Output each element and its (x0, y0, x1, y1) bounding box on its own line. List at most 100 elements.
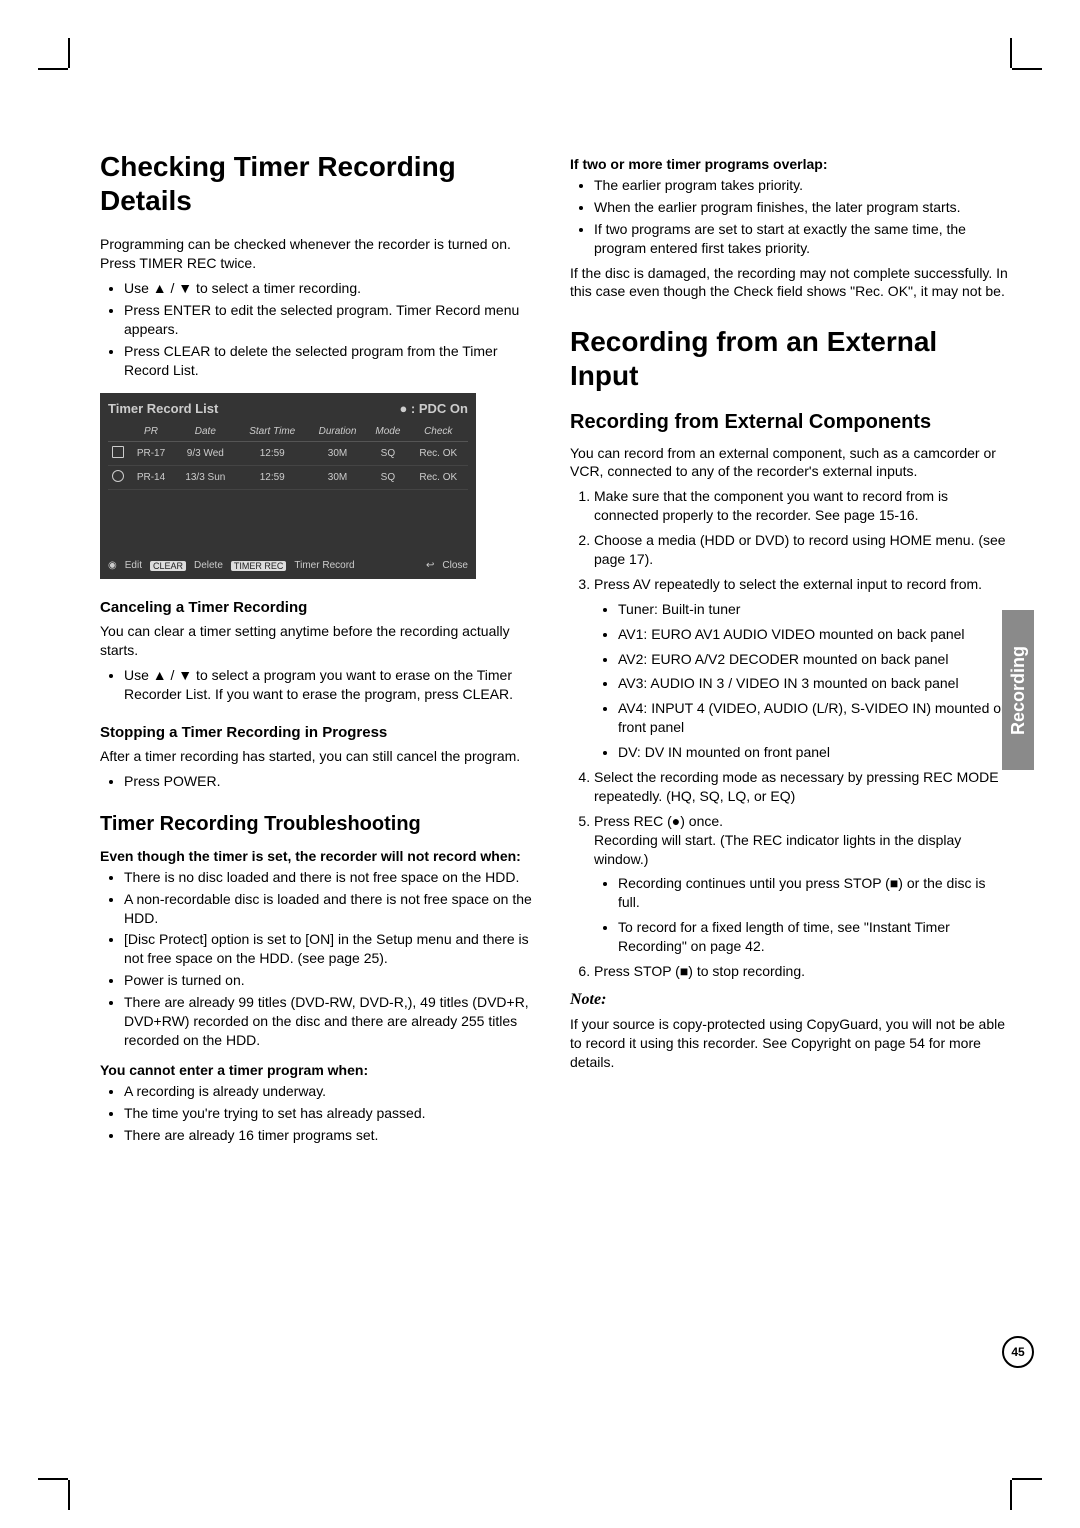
table-row: PR-17 9/3 Wed 12:59 30M SQ Rec. OK (108, 442, 468, 466)
trl-cell: Rec. OK (409, 466, 468, 490)
heading-external-input: Recording from an External Input (570, 325, 1010, 392)
overlap-item: The earlier program takes priority. (594, 176, 1010, 195)
trl-edit: Edit (125, 560, 142, 571)
ts1-item: There is no disc loaded and there is not… (124, 868, 540, 887)
right-column: If two or more timer programs overlap: T… (570, 150, 1010, 1148)
ts1-item: A non-recordable disc is loaded and ther… (124, 890, 540, 928)
section-tab-label: Recording (1008, 645, 1029, 734)
trl-cell: Rec. OK (409, 442, 468, 466)
crop-mark (38, 68, 68, 70)
ts2-item: A recording is already underway. (124, 1082, 540, 1101)
trl-cell: 30M (308, 442, 367, 466)
trl-pdc: ● : PDC On (399, 401, 468, 416)
trl-cell: PR-14 (128, 466, 174, 490)
external-steps: Make sure that the component you want to… (570, 487, 1010, 981)
crop-mark (38, 1478, 68, 1480)
trl-table: PR Date Start Time Duration Mode Check P… (108, 422, 468, 490)
overlap-list: The earlier program takes priority. When… (570, 176, 1010, 258)
stop-list: Press POWER. (100, 772, 540, 791)
intro-item: Press ENTER to edit the selected program… (124, 301, 540, 339)
step5-text: Press REC (●) once. Recording will start… (594, 813, 961, 867)
page-number-value: 45 (1011, 1345, 1024, 1359)
crop-mark (68, 1480, 70, 1510)
heading-troubleshooting: Timer Recording Troubleshooting (100, 813, 540, 836)
cancel-text: You can clear a timer setting anytime be… (100, 622, 540, 660)
step-item: Press STOP (■) to stop recording. (594, 962, 1010, 981)
overlap-item: If two programs are set to start at exac… (594, 220, 1010, 258)
section-tab-recording: Recording (1002, 610, 1034, 770)
note-heading: Note: (570, 991, 1010, 1009)
crop-mark (1012, 68, 1042, 70)
crop-mark (68, 38, 70, 68)
step3-item: Tuner: Built-in tuner (618, 600, 1010, 619)
overlap-item: When the earlier program finishes, the l… (594, 198, 1010, 217)
step3-item: AV4: INPUT 4 (VIDEO, AUDIO (L/R), S-VIDE… (618, 699, 1010, 737)
ts1-item: Power is turned on. (124, 971, 540, 990)
timer-rec-pill: TIMER REC (231, 561, 287, 571)
overlap-heading: If two or more timer programs overlap: (570, 156, 1010, 172)
trl-trlabel: Timer Record (294, 560, 354, 571)
stop-item: Press POWER. (124, 772, 540, 791)
ts2-heading: You cannot enter a timer program when: (100, 1062, 540, 1078)
ts1-item: [Disc Protect] option is set to [ON] in … (124, 930, 540, 968)
note-text: If your source is copy-protected using C… (570, 1015, 1010, 1072)
trl-head: Check (409, 422, 468, 442)
trl-head-row: PR Date Start Time Duration Mode Check (108, 422, 468, 442)
table-row: PR-14 13/3 Sun 12:59 30M SQ Rec. OK (108, 466, 468, 490)
trl-cell: 12:59 (237, 442, 308, 466)
crop-mark (1010, 38, 1012, 68)
trl-cell: 30M (308, 466, 367, 490)
trl-head: Date (174, 422, 237, 442)
trl-head: PR (128, 422, 174, 442)
trl-cell: SQ (367, 466, 408, 490)
step3-item: AV2: EURO A/V2 DECODER mounted on back p… (618, 650, 1010, 669)
crop-mark (1010, 1480, 1012, 1510)
trl-head: Start Time (237, 422, 308, 442)
ts1-list: There is no disc loaded and there is not… (100, 868, 540, 1050)
step5-list: Recording continues until you press STOP… (594, 874, 1010, 956)
step-item: Select the recording mode as necessary b… (594, 768, 1010, 806)
step3-item: AV1: EURO AV1 AUDIO VIDEO mounted on bac… (618, 625, 1010, 644)
ts1-item: There are already 99 titles (DVD-RW, DVD… (124, 993, 540, 1050)
timer-record-list-panel: Timer Record List ● : PDC On PR Date Sta… (100, 393, 476, 579)
heading-checking-timer: Checking Timer Recording Details (100, 150, 540, 217)
ts2-item: There are already 16 timer programs set. (124, 1126, 540, 1145)
trl-head: Mode (367, 422, 408, 442)
trl-head: Duration (308, 422, 367, 442)
step-item: Press AV repeatedly to select the extern… (594, 575, 1010, 762)
heading-canceling: Canceling a Timer Recording (100, 599, 540, 616)
step-item: Press REC (●) once. Recording will start… (594, 812, 1010, 956)
heading-external-components: Recording from External Components (570, 411, 1010, 434)
step5-item: To record for a fixed length of time, se… (618, 918, 1010, 956)
trl-footer: ◉ Edit CLEAR Delete TIMER REC Timer Reco… (108, 560, 468, 571)
intro-text: Programming can be checked whenever the … (100, 235, 540, 273)
page-content: Checking Timer Recording Details Program… (0, 0, 1080, 1208)
ok-icon: ◉ (108, 560, 117, 571)
ts2-list: A recording is already underway. The tim… (100, 1082, 540, 1145)
step3-item: DV: DV IN mounted on front panel (618, 743, 1010, 762)
hdd-icon (108, 466, 128, 490)
ts1-heading: Even though the timer is set, the record… (100, 848, 540, 864)
stop-text: After a timer recording has started, you… (100, 747, 540, 766)
trl-delete: Delete (194, 560, 223, 571)
trl-cell: PR-17 (128, 442, 174, 466)
trl-cell: 9/3 Wed (174, 442, 237, 466)
step-item: Choose a media (HDD or DVD) to record us… (594, 531, 1010, 569)
step3-list: Tuner: Built-in tuner AV1: EURO AV1 AUDI… (594, 600, 1010, 762)
ts2-item: The time you're trying to set has alread… (124, 1104, 540, 1123)
page-number: 45 (1002, 1336, 1034, 1368)
overlap-text: If the disc is damaged, the recording ma… (570, 264, 1010, 302)
return-icon: ↩ (426, 560, 434, 571)
disc-icon (108, 442, 128, 466)
crop-mark (1012, 1478, 1042, 1480)
step3-item: AV3: AUDIO IN 3 / VIDEO IN 3 mounted on … (618, 674, 1010, 693)
intro-list: Use ▲ / ▼ to select a timer recording. P… (100, 279, 540, 379)
trl-head-icon (108, 422, 128, 442)
trl-cell: SQ (367, 442, 408, 466)
external-intro: You can record from an external componen… (570, 444, 1010, 482)
step5-item: Recording continues until you press STOP… (618, 874, 1010, 912)
intro-item: Press CLEAR to delete the selected progr… (124, 342, 540, 380)
cancel-list: Use ▲ / ▼ to select a program you want t… (100, 666, 540, 704)
step-item: Make sure that the component you want to… (594, 487, 1010, 525)
intro-item: Use ▲ / ▼ to select a timer recording. (124, 279, 540, 298)
